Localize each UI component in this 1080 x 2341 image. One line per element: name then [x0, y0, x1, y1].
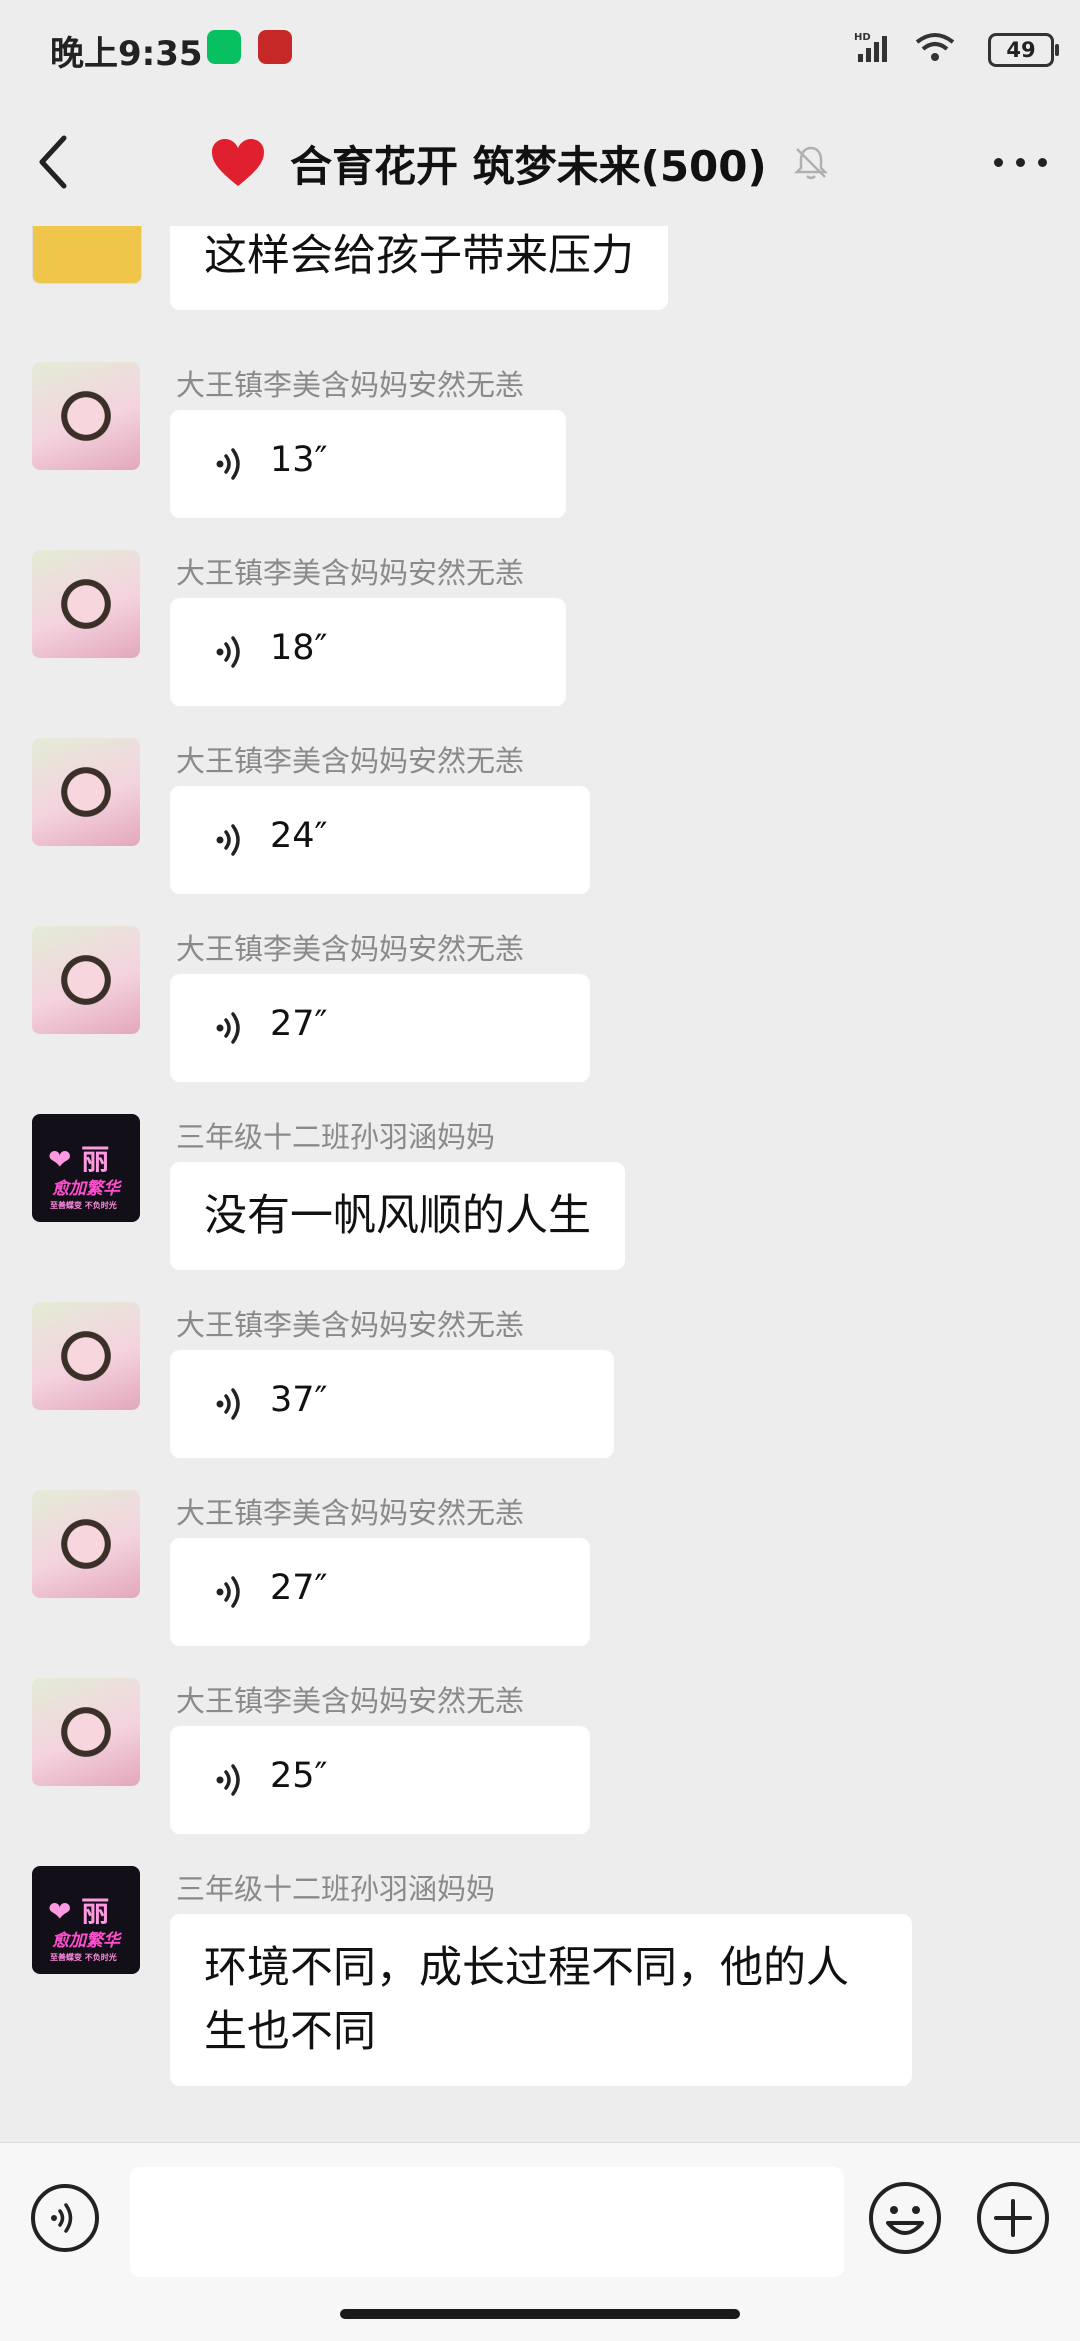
- avatar[interactable]: [32, 1490, 140, 1598]
- message-bubble[interactable]: 这样会给孩子带来压力: [170, 226, 668, 310]
- voice-wave-icon: [216, 824, 240, 856]
- voice-duration: 24″: [270, 816, 328, 856]
- input-bar: [0, 2142, 1080, 2341]
- avatar-script-text: 愈加繁华: [52, 1179, 120, 1199]
- voice-duration: 27″: [270, 1004, 328, 1044]
- voice-input-button[interactable]: [30, 2183, 100, 2253]
- chat-title: 合育花开 筑梦未来(500): [290, 141, 767, 191]
- mute-bell-icon: [793, 146, 828, 180]
- avatar[interactable]: ❤ 丽 愈加繁华 至善蝶变 不负时光: [32, 1866, 140, 1974]
- wechat-notification-icon: [207, 30, 241, 64]
- avatar-heart-text: ❤ 丽: [48, 1143, 110, 1176]
- voice-wave-icon: [216, 1012, 240, 1044]
- heart-icon: [212, 139, 264, 186]
- wifi-icon: [915, 33, 955, 61]
- voice-message[interactable]: 25″: [170, 1726, 590, 1834]
- message-list[interactable]: 这样会给孩子带来压力 大王镇李美含妈妈安然无恙 13″ 大王镇李美含妈妈安然无恙…: [0, 226, 1080, 2142]
- message-line: 环境不同，成长过程不同，他的人: [204, 1943, 849, 1993]
- chat-title-group[interactable]: 合育花开 筑梦未来(500): [210, 128, 831, 198]
- voice-duration: 18″: [270, 628, 328, 668]
- dot-icon: [1016, 158, 1025, 167]
- voice-wave-icon: [216, 1764, 240, 1796]
- hd-label: HD: [854, 32, 871, 43]
- chat-header: 合育花开 筑梦未来(500): [0, 100, 1080, 226]
- message-line: 生也不同: [204, 2007, 376, 2057]
- avatar[interactable]: [32, 738, 140, 846]
- avatar-script-text: 愈加繁华: [52, 1931, 120, 1951]
- dot-icon: [994, 158, 1003, 167]
- avatar[interactable]: ❤ 丽 愈加繁华 至善蝶变 不负时光: [32, 1114, 140, 1222]
- back-button[interactable]: [28, 130, 78, 194]
- message-bubble[interactable]: 环境不同，成长过程不同，他的人 生也不同: [170, 1914, 912, 2086]
- avatar[interactable]: [32, 226, 142, 284]
- voice-duration: 13″: [270, 440, 328, 480]
- voice-duration: 27″: [270, 1568, 328, 1608]
- sender-name: 三年级十二班孙羽涵妈妈: [176, 1120, 496, 1154]
- avatar-small-text: 至善蝶变 不负时光: [50, 1953, 117, 1962]
- voice-duration: 37″: [270, 1380, 328, 1420]
- home-indicator[interactable]: [340, 2309, 740, 2319]
- avatar-heart-text: ❤ 丽: [48, 1895, 110, 1928]
- sender-name: 大王镇李美含妈妈安然无恙: [176, 368, 525, 402]
- message-bubble[interactable]: 没有一帆风顺的人生: [170, 1162, 625, 1270]
- status-time: 晚上9:35: [50, 34, 203, 74]
- voice-wave-icon: [216, 636, 240, 668]
- signal-icon: HD: [854, 32, 887, 62]
- voice-message[interactable]: 24″: [170, 786, 590, 894]
- more-functions-button[interactable]: [976, 2181, 1050, 2255]
- voice-message[interactable]: 37″: [170, 1350, 614, 1458]
- voice-message[interactable]: 13″: [170, 410, 566, 518]
- avatar[interactable]: [32, 362, 140, 470]
- system-icons: HD 49: [854, 30, 1059, 70]
- voice-message[interactable]: 27″: [170, 974, 590, 1082]
- battery-indicator: 49: [988, 33, 1059, 67]
- voice-wave-icon: [216, 1576, 240, 1608]
- sender-name: 大王镇李美含妈妈安然无恙: [176, 1496, 525, 1530]
- voice-duration: 25″: [270, 1756, 328, 1796]
- sender-name: 大王镇李美含妈妈安然无恙: [176, 556, 525, 590]
- sender-name: 大王镇李美含妈妈安然无恙: [176, 932, 525, 966]
- avatar[interactable]: [32, 1678, 140, 1786]
- sender-name: 三年级十二班孙羽涵妈妈: [176, 1872, 496, 1906]
- dot-icon: [1038, 158, 1047, 167]
- app-notification-icon: [258, 30, 292, 64]
- avatar-small-text: 至善蝶变 不负时光: [50, 1201, 117, 1210]
- voice-message[interactable]: 18″: [170, 598, 566, 706]
- avatar[interactable]: [32, 926, 140, 1034]
- sender-name: 大王镇李美含妈妈安然无恙: [176, 1684, 525, 1718]
- avatar[interactable]: [32, 1302, 140, 1410]
- voice-message[interactable]: 27″: [170, 1538, 590, 1646]
- more-options-button[interactable]: [990, 150, 1050, 174]
- voice-wave-icon: [216, 448, 240, 480]
- sender-name: 大王镇李美含妈妈安然无恙: [176, 1308, 525, 1342]
- voice-wave-icon: [216, 1388, 240, 1420]
- emoji-button[interactable]: [868, 2181, 942, 2255]
- avatar[interactable]: [32, 550, 140, 658]
- message-input[interactable]: [130, 2167, 844, 2277]
- sender-name: 大王镇李美含妈妈安然无恙: [176, 744, 525, 778]
- status-bar: 晚上9:35 HD 49: [0, 0, 1080, 100]
